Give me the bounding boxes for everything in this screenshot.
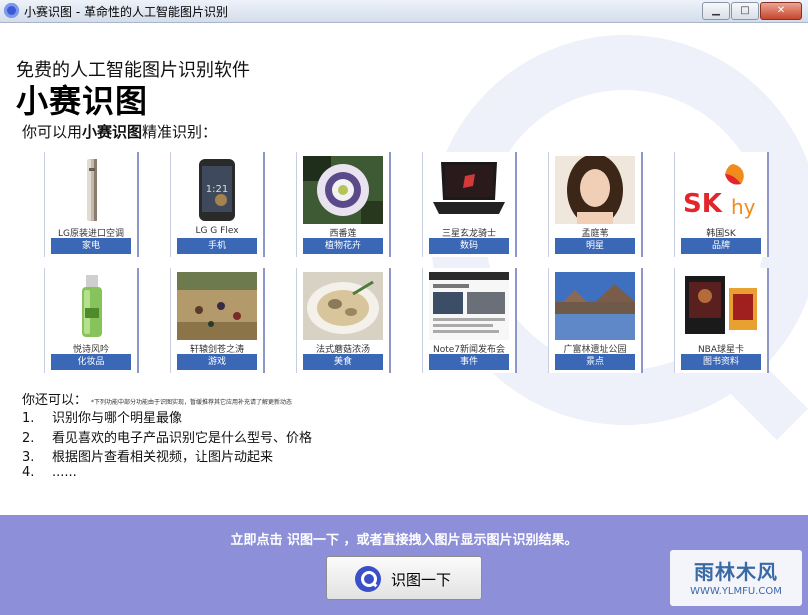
card-category[interactable]: 明星: [555, 238, 635, 254]
sample-card-phone[interactable]: 1:21 LG G Flex 手机: [170, 152, 265, 257]
card-category[interactable]: 事件: [429, 354, 509, 370]
sample-card-flower[interactable]: 西番莲 植物花卉: [296, 152, 391, 257]
feature-number: 3.: [22, 450, 35, 465]
sample-card-cosmetics[interactable]: 悦诗风吟 化妆品: [44, 268, 139, 373]
svg-text:1:21: 1:21: [206, 184, 228, 195]
news-page-image: [429, 272, 509, 340]
phone-image: 1:21: [177, 156, 257, 224]
sk-logo-image: SK hy: [681, 156, 761, 224]
card-category[interactable]: 景点: [555, 354, 635, 370]
watermark-url: WWW.YLMFU.COM: [690, 586, 782, 597]
more-heading-text: 你还可以：: [22, 393, 88, 408]
air-conditioner-image: [51, 156, 131, 224]
card-category[interactable]: 游戏: [177, 354, 257, 370]
feature-text: ......: [52, 465, 77, 480]
feature-item: 2. 看见喜欢的电子产品识别它是什么型号、价格: [22, 427, 312, 446]
watermark-text: 雨林木风: [694, 560, 778, 584]
more-features-heading: 你还可以： *下列功能中部分功能由于识图实现，暂缓推荐其它应用补充请了解更新动态: [22, 389, 292, 408]
feature-number: 1.: [22, 411, 35, 426]
recognize-button[interactable]: 识图一下: [326, 556, 482, 600]
card-category[interactable]: 数码: [429, 238, 509, 254]
sample-card-food[interactable]: 法式蘑菇浓汤 美食: [296, 268, 391, 373]
soup-image: [303, 272, 383, 340]
site-watermark-logo: 雨林木风 WWW.YLMFU.COM: [670, 550, 802, 606]
sample-card-air-conditioner[interactable]: LG原装进口空调 家电: [44, 152, 139, 257]
window-title: 小赛识图 - 革命性的人工智能图片识别: [24, 5, 228, 19]
sample-card-laptop[interactable]: 三星玄龙骑士 数码: [422, 152, 517, 257]
sample-card-books[interactable]: NBA球星卡 图书资料: [674, 268, 769, 373]
card-category[interactable]: 家电: [51, 238, 131, 254]
intro-suffix: 精准识别：: [142, 123, 218, 141]
feature-item: 4.......: [22, 465, 77, 480]
feature-number: 2.: [22, 431, 35, 446]
sample-card-game[interactable]: 轩辕剑苍之涛 游戏: [170, 268, 265, 373]
card-category[interactable]: 手机: [177, 238, 257, 254]
intro-text: 你可以用小赛识图精准识别：: [22, 121, 217, 142]
laptop-image: [429, 156, 509, 224]
feature-text: 识别你与哪个明星最像: [52, 411, 183, 426]
card-category[interactable]: 化妆品: [51, 354, 131, 370]
minimize-button[interactable]: ▁: [702, 2, 730, 20]
maximize-button[interactable]: □: [731, 2, 759, 20]
recognize-button-label: 识图一下: [391, 571, 452, 589]
passion-flower-image: [303, 156, 383, 224]
card-category[interactable]: 品牌: [681, 238, 761, 254]
sample-card-event[interactable]: Note7新闻发布会 事件: [422, 268, 517, 373]
close-button[interactable]: ✕: [760, 2, 802, 20]
app-magnifier-icon: [4, 3, 19, 18]
intro-prefix: 你可以用: [22, 123, 83, 141]
park-image: [555, 272, 635, 340]
card-caption: LG G Flex: [195, 226, 239, 236]
window-controls: ▁ □ ✕: [702, 2, 802, 20]
magnifier-icon: [355, 566, 381, 592]
more-note: *下列功能中部分功能由于识图实现，暂缓推荐其它应用补充请了解更新动态: [91, 399, 293, 406]
drop-hint: 立即点击 识图一下 ，或者直接拽入图片显示图片识别结果。: [230, 533, 578, 548]
intro-bold: 小赛识图: [82, 123, 143, 141]
card-category[interactable]: 美食: [303, 354, 383, 370]
feature-text: 根据图片查看相关视频，让图片动起来: [52, 450, 274, 465]
title-bar: 小赛识图 - 革命性的人工智能图片识别 ▁ □ ✕: [0, 0, 808, 23]
portrait-image: [555, 156, 635, 224]
cosmetics-bottle-image: [51, 272, 131, 340]
svg-text:hy: hy: [731, 195, 756, 219]
feature-item: 3. 根据图片查看相关视频，让图片动起来: [22, 446, 273, 465]
sample-card-scenic[interactable]: 广富林遗址公园 景点: [548, 268, 643, 373]
feature-number: 4.: [22, 465, 35, 480]
game-screenshot-image: [177, 272, 257, 340]
sample-card-celebrity[interactable]: 孟庭苇 明星: [548, 152, 643, 257]
card-category[interactable]: 植物花卉: [303, 238, 383, 254]
feature-text: 看见喜欢的电子产品识别它是什么型号、价格: [52, 431, 313, 446]
sample-card-brand[interactable]: SK hy 韩国SK 品牌: [674, 152, 769, 257]
feature-item: 1. 识别你与哪个明星最像: [22, 407, 182, 426]
card-category[interactable]: 图书资料: [681, 354, 761, 370]
svg-text:SK: SK: [683, 189, 723, 219]
page-title: 小赛识图: [16, 82, 149, 120]
nba-cards-image: [681, 272, 761, 340]
